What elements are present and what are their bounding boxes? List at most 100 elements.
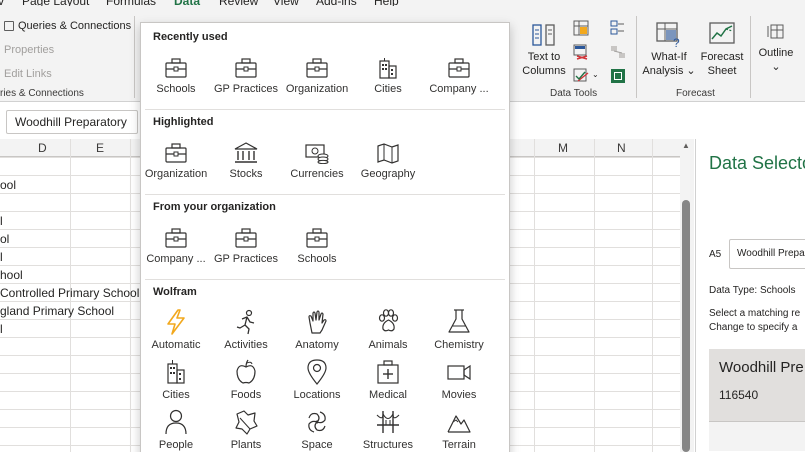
data-type-currencies[interactable]: Currencies <box>282 142 352 180</box>
data-type-terrain[interactable]: Terrain <box>424 409 494 451</box>
briefcase-icon <box>235 228 257 248</box>
data-type-label: Company ... <box>429 83 489 95</box>
cell-text[interactable]: gland Primary School <box>0 304 114 318</box>
relationships-icon[interactable] <box>610 44 626 60</box>
data-type-geography[interactable]: Geography <box>353 142 423 180</box>
data-type-structures[interactable]: Structures <box>353 409 423 451</box>
cell-text[interactable]: l <box>0 322 3 336</box>
pane-cell-reference: A5 <box>709 249 722 260</box>
data-type-locations[interactable]: Locations <box>282 359 352 401</box>
data-type-movies[interactable]: Movies <box>424 359 494 401</box>
section-divider <box>145 194 505 195</box>
cell-text[interactable]: Controlled Primary School <box>0 286 139 300</box>
data-type-medical[interactable]: Medical <box>353 359 423 401</box>
data-type-animals[interactable]: Animals <box>353 309 423 351</box>
data-type-label: Anatomy <box>295 339 339 351</box>
pane-help-text: Select a matching re Change to specify a <box>709 307 800 335</box>
data-validation-dropdown-icon[interactable]: ⌄ <box>592 70 599 79</box>
forecast-group-label: Forecast <box>676 88 715 99</box>
outline-icon <box>767 24 784 39</box>
briefcase-icon <box>306 58 328 78</box>
pane-help-line-1: Select a matching re <box>709 308 801 319</box>
consolidate-icon[interactable] <box>610 20 626 36</box>
data-type-people[interactable]: People <box>141 409 211 451</box>
column-header-n[interactable]: N <box>617 141 626 155</box>
data-type-cities-wolfram[interactable]: Cities <box>141 359 211 401</box>
column-header-d[interactable]: D <box>38 141 47 155</box>
section-divider <box>145 109 505 110</box>
queries-connections-button[interactable]: Queries & Connections <box>4 20 131 32</box>
what-if-label-2: Analysis ⌄ <box>642 65 696 77</box>
data-type-chemistry[interactable]: Chemistry <box>424 309 494 351</box>
bank-icon <box>234 142 258 163</box>
forecast-sheet-icon <box>709 22 735 44</box>
data-type-label: Locations <box>293 389 341 401</box>
data-type-plants[interactable]: Plants <box>211 409 281 451</box>
what-if-analysis-icon: ? <box>656 22 680 48</box>
cell-text[interactable]: hool <box>0 268 23 282</box>
data-type-label: Plants <box>230 439 262 451</box>
pane-search-input[interactable]: Woodhill Prepa <box>729 239 805 269</box>
data-type-activities[interactable]: Activities <box>211 309 281 351</box>
manage-data-model-icon[interactable] <box>610 68 626 84</box>
result-card-id: 116540 <box>719 388 759 402</box>
properties-button[interactable]: Properties <box>4 44 54 56</box>
data-type-label: Cities <box>162 389 190 401</box>
text-to-columns-icon <box>532 24 555 46</box>
data-type-label: Structures <box>362 439 414 451</box>
data-type-label: Geography <box>360 168 416 180</box>
data-type-gp-practices[interactable]: GP Practices <box>211 57 281 95</box>
data-type-cities[interactable]: Cities <box>353 57 423 95</box>
data-type-label: Animals <box>368 339 408 351</box>
ribbon-separator <box>134 16 135 98</box>
data-type-company-org[interactable]: Company ... <box>141 227 211 265</box>
outline-label: Outline <box>758 47 794 59</box>
data-type-label: Stocks <box>229 168 263 180</box>
data-type-gp-practices-org[interactable]: GP Practices <box>211 227 281 265</box>
data-type-stocks[interactable]: Stocks <box>211 142 281 180</box>
section-title-wolfram: Wolfram <box>153 286 197 298</box>
data-type-company[interactable]: Company ... <box>424 57 494 95</box>
forecast-sheet-label-1: Forecast <box>700 51 744 63</box>
cell-text[interactable]: l <box>0 214 3 228</box>
scroll-up-arrow-icon[interactable]: ▲ <box>682 141 690 150</box>
galaxy-icon <box>308 411 326 433</box>
data-type-organization-highlighted[interactable]: Organization <box>141 142 211 180</box>
formula-bar-input[interactable]: Woodhill Preparatory <box>6 110 138 134</box>
data-type-foods[interactable]: Foods <box>211 359 281 401</box>
section-divider <box>145 279 505 280</box>
text-to-columns-label-2: Columns <box>522 65 566 77</box>
data-type-label: Chemistry <box>434 339 484 351</box>
briefcase-icon <box>165 143 187 163</box>
text-to-columns-button[interactable]: Text to Columns <box>519 22 569 78</box>
section-title-from-your-organization: From your organization <box>153 201 276 213</box>
edit-links-button[interactable]: Edit Links <box>4 68 52 80</box>
vertical-scrollbar-thumb[interactable] <box>682 200 690 452</box>
forecast-sheet-button[interactable]: Forecast Sheet <box>698 20 746 78</box>
bridge-icon <box>376 411 400 433</box>
data-type-anatomy[interactable]: Anatomy <box>282 309 352 351</box>
flash-fill-icon[interactable] <box>573 20 589 36</box>
data-type-schools[interactable]: Schools <box>141 57 211 95</box>
remove-duplicates-icon[interactable] <box>573 44 589 60</box>
data-type-organization[interactable]: Organization <box>282 57 352 95</box>
pane-result-card[interactable]: Woodhill Pre 116540 <box>709 349 805 421</box>
column-header-e[interactable]: E <box>96 141 104 155</box>
data-type-schools-org[interactable]: Schools <box>282 227 352 265</box>
cell-text[interactable]: ool <box>0 178 16 192</box>
data-type-label: Schools <box>297 253 337 265</box>
column-header-m[interactable]: M <box>558 141 568 155</box>
outline-button[interactable]: Outline ⌄ <box>753 20 799 74</box>
data-validation-icon[interactable] <box>573 68 589 84</box>
what-if-analysis-button[interactable]: ? What-If Analysis ⌄ <box>641 20 697 78</box>
cell-text[interactable]: ol <box>0 232 9 246</box>
cell-text[interactable]: l <box>0 250 3 264</box>
data-type-label: Company ... <box>146 253 206 265</box>
data-type-automatic[interactable]: Automatic <box>141 309 211 351</box>
pane-result-card-next[interactable] <box>709 421 805 451</box>
data-type-label: Terrain <box>442 439 476 451</box>
data-type-space[interactable]: Space <box>282 409 352 451</box>
data-type-label: People <box>158 439 194 451</box>
data-type-label: Medical <box>369 389 407 401</box>
apple-icon <box>236 359 256 384</box>
